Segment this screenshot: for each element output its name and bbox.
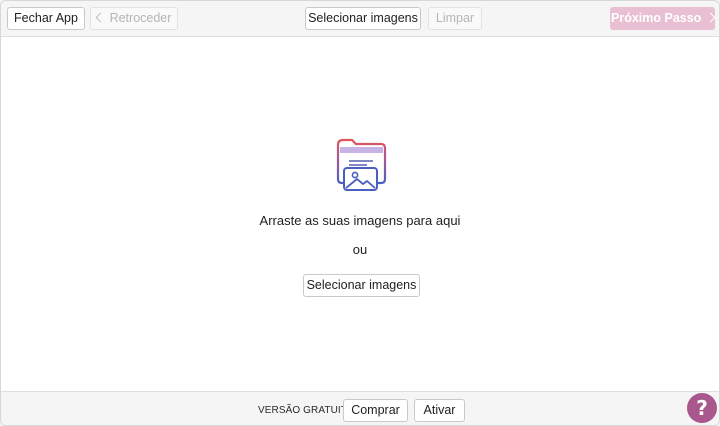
bottom-bar: VERSÃO GRATUITO Comprar Ativar	[1, 391, 719, 425]
close-app-button[interactable]: Fechar App	[7, 7, 85, 30]
app-window: Fechar App Retroceder Selecionar imagens…	[0, 0, 720, 426]
image-drop-zone[interactable]: Arraste as suas imagens para aqui ou Sel…	[1, 37, 719, 391]
activate-button[interactable]: Ativar	[414, 399, 465, 422]
next-step-button[interactable]: Próximo Passo	[610, 7, 716, 30]
chevron-left-icon	[95, 12, 106, 23]
select-images-button[interactable]: Selecionar imagens	[303, 274, 420, 297]
top-toolbar: Fechar App Retroceder Selecionar imagens…	[1, 1, 719, 37]
buy-button[interactable]: Comprar	[343, 399, 408, 422]
chevron-right-icon	[705, 12, 716, 23]
back-button-label: Retroceder	[109, 11, 172, 25]
edition-label: VERSÃO GRATUITO	[258, 405, 355, 416]
back-button[interactable]: Retroceder	[90, 7, 178, 30]
drag-instructions: Arraste as suas imagens para aqui	[259, 213, 461, 228]
folder-image-icon	[336, 138, 387, 191]
select-images-toolbar-button[interactable]: Selecionar imagens	[305, 7, 421, 30]
clear-button[interactable]: Limpar	[428, 7, 482, 30]
help-icon[interactable]: ?	[687, 393, 717, 423]
or-separator: ou	[352, 242, 368, 257]
next-step-button-label: Próximo Passo	[611, 11, 702, 25]
